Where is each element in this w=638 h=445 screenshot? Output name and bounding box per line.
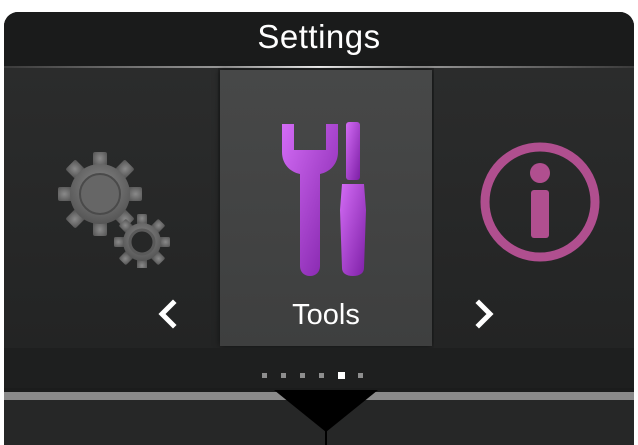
info-icon: [480, 142, 600, 262]
carousel-item-tools[interactable]: Tools: [220, 70, 432, 346]
page-dot: [319, 373, 324, 378]
chevron-left-icon[interactable]: [156, 298, 180, 330]
page-dot: [262, 373, 267, 378]
page-dot: [300, 373, 305, 378]
chevron-right-icon[interactable]: [472, 298, 496, 330]
device-screen: Settings Tools: [4, 12, 634, 445]
carousel-item-previous[interactable]: [4, 68, 218, 348]
page-indicator: [4, 348, 634, 388]
carousel-item-next[interactable]: [434, 68, 634, 348]
gears-icon: [58, 152, 170, 268]
header: Settings: [4, 12, 634, 68]
page-dot: [281, 373, 286, 378]
menu-carousel: Tools: [4, 68, 634, 348]
page-dot-active: [338, 372, 345, 379]
tools-icon: [282, 122, 366, 276]
selection-pointer-icon: [274, 390, 378, 445]
carousel-item-label: Tools: [292, 299, 360, 331]
page-title: Settings: [257, 18, 381, 55]
page-dot: [358, 373, 363, 378]
